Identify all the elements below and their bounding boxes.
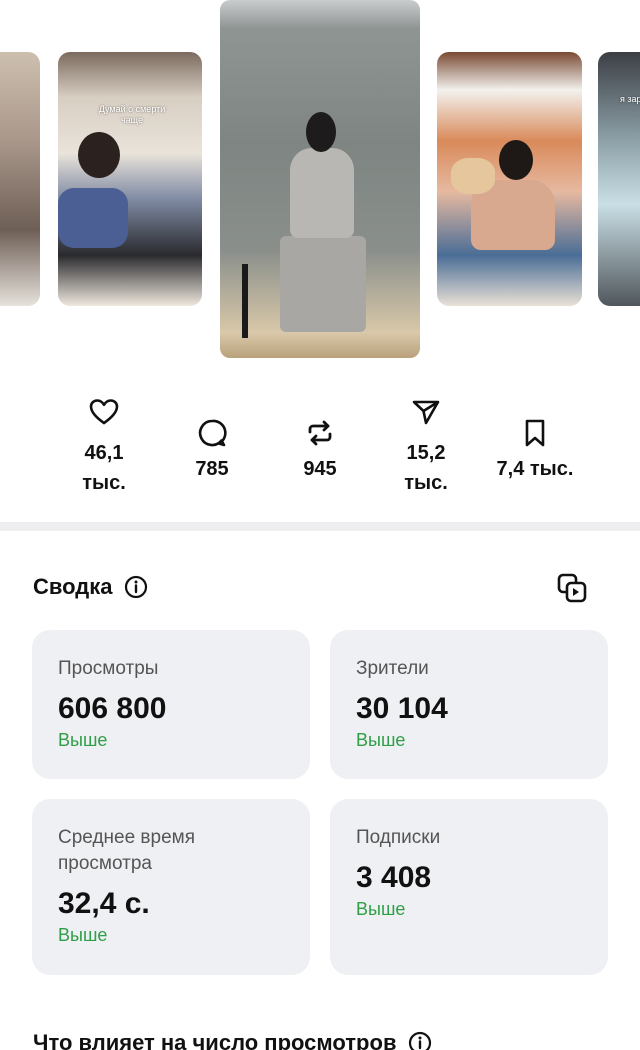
- summary-header: Сводка: [33, 574, 148, 600]
- send-icon: [412, 400, 440, 425]
- repost-icon: [308, 420, 332, 446]
- copy-icon[interactable]: [556, 572, 588, 604]
- views-factors-header: Что влияет на число просмотров: [33, 1030, 432, 1050]
- carousel-thumb-active[interactable]: [220, 0, 420, 358]
- carousel-thumb[interactable]: [0, 52, 40, 306]
- likes-stat[interactable]: 46,1 тыс.: [64, 398, 144, 498]
- card-label: Просмотры: [58, 658, 159, 679]
- shares-count: 15,2 тыс.: [404, 442, 448, 494]
- info-icon[interactable]: [408, 1031, 432, 1050]
- reposts-stat[interactable]: 945: [280, 418, 360, 484]
- card-label: Среднее время просмотра: [58, 827, 196, 874]
- thumb-figure: [290, 148, 354, 238]
- reposts-count: 945: [303, 458, 337, 480]
- media-carousel[interactable]: Думай о смерти чаще я зар: [0, 0, 640, 370]
- card-value: 32,4 с.: [58, 887, 150, 920]
- card-trend: Выше: [58, 925, 108, 945]
- summary-title: Сводка: [33, 574, 113, 599]
- saves-stat[interactable]: 7,4 тыс.: [480, 418, 590, 484]
- comment-icon: [198, 419, 227, 447]
- thumb-caption: Думай о смерти чаще: [98, 104, 166, 125]
- card-value: 3 408: [356, 861, 432, 894]
- info-icon[interactable]: [124, 575, 148, 599]
- card-label: Подписки: [356, 827, 441, 848]
- shares-stat[interactable]: 15,2 тыс.: [386, 398, 466, 498]
- card-trend: Выше: [58, 730, 108, 750]
- card-value: 606 800: [58, 692, 167, 725]
- views-card[interactable]: Просмотры 606 800 Выше: [32, 630, 310, 779]
- carousel-thumb[interactable]: Думай о смерти чаще: [58, 52, 202, 306]
- follows-card[interactable]: Подписки 3 408 Выше: [330, 799, 608, 975]
- thumb-figure: [58, 188, 128, 248]
- comments-count: 785: [195, 458, 229, 480]
- thumb-caption: я зар: [620, 94, 640, 104]
- viewers-card[interactable]: Зрители 30 104 Выше: [330, 630, 608, 779]
- thumb-figure: [306, 112, 336, 152]
- avg-watch-time-card[interactable]: Среднее время просмотра 32,4 с. Выше: [32, 799, 310, 975]
- thumb-figure: [78, 132, 120, 178]
- carousel-thumb[interactable]: [437, 52, 582, 306]
- saves-count: 7,4 тыс.: [496, 458, 574, 480]
- thumb-figure: [242, 264, 248, 338]
- likes-count: 46,1 тыс.: [82, 442, 126, 494]
- carousel-thumb[interactable]: я зар: [598, 52, 640, 306]
- comments-stat[interactable]: 785: [172, 418, 252, 484]
- heart-icon: [89, 399, 119, 425]
- card-value: 30 104: [356, 692, 448, 725]
- section-divider: [0, 522, 640, 531]
- thumb-figure: [280, 236, 366, 332]
- engagement-stats: 46,1 тыс. 785 945 15,2 тыс. 7,4 тыс.: [0, 398, 640, 508]
- bookmark-icon: [525, 419, 545, 447]
- views-factors-title: Что влияет на число просмотров: [33, 1030, 397, 1050]
- thumb-figure: [499, 140, 533, 180]
- thumb-figure: [451, 158, 495, 194]
- card-label: Зрители: [356, 658, 429, 679]
- card-trend: Выше: [356, 899, 406, 919]
- card-trend: Выше: [356, 730, 406, 750]
